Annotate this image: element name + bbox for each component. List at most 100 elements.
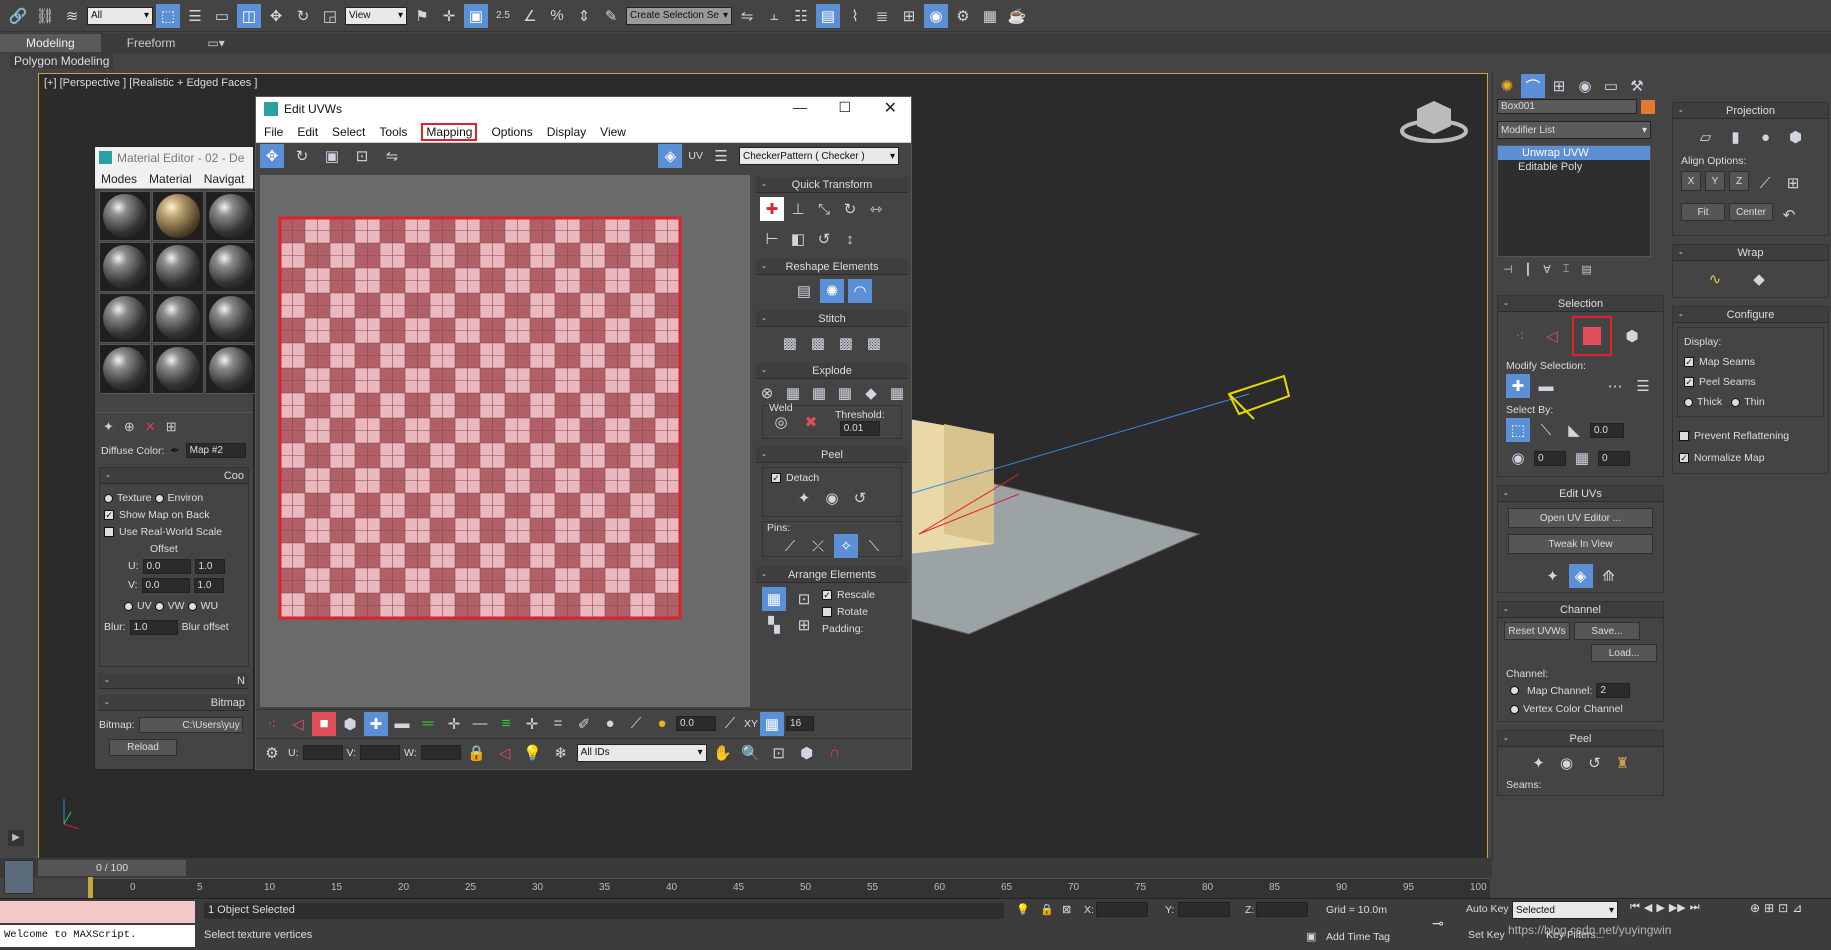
display-tab-icon[interactable]: ▭ <box>1599 74 1623 98</box>
menu-display[interactable]: Display <box>547 125 586 139</box>
sample-slot[interactable] <box>99 242 151 292</box>
stitch-avg-icon[interactable]: ▩ <box>806 331 830 355</box>
viewport-label[interactable]: [+] [Perspective ] [Realistic + Edged Fa… <box>44 77 257 89</box>
align-to-view-icon[interactable]: ⟰ <box>1597 564 1621 588</box>
ring-icon[interactable]: ≡ <box>494 712 518 736</box>
select-overlap-icon[interactable]: ⟍ <box>1534 418 1558 442</box>
pack-rescale-icon[interactable]: ⊞ <box>792 613 816 637</box>
zoom-icon[interactable]: 🔍 <box>739 741 763 765</box>
grid-spinner[interactable]: 16 <box>786 716 815 731</box>
named-selection-dropdown[interactable]: Create Selection Se ▾ <box>626 6 732 25</box>
z-coord-field[interactable] <box>1256 902 1308 917</box>
set-key-button[interactable]: Set Key <box>1468 929 1505 941</box>
render-frame-icon[interactable]: ▦ <box>978 4 1002 28</box>
uv-canvas[interactable] <box>260 175 750 707</box>
reset-projection-icon[interactable]: ↶ <box>1777 203 1801 227</box>
vertex-mode-icon[interactable]: ⁖ <box>260 712 284 736</box>
checker-icon[interactable]: ◈ <box>658 144 683 168</box>
sample-slot[interactable] <box>99 344 151 394</box>
render-setup-icon[interactable]: ⚙ <box>951 4 975 28</box>
minimize-icon[interactable]: — <box>793 99 807 115</box>
threshold-spinner[interactable]: 0.01 <box>839 420 880 436</box>
rotate-neg-icon[interactable]: ↺ <box>812 227 836 251</box>
contract-sel-icon[interactable]: — <box>468 712 492 736</box>
mini-listener-toggle[interactable] <box>4 860 34 894</box>
blur-spinner[interactable]: 1.0 <box>129 620 178 635</box>
configure-header[interactable]: Configure <box>1673 307 1828 323</box>
time-tag-icon[interactable]: ▣ <box>1306 930 1316 943</box>
layer-icon[interactable]: ☷ <box>789 4 813 28</box>
view-align-icon[interactable]: ⊞ <box>1781 171 1805 195</box>
loop-icon[interactable]: ═ <box>416 712 440 736</box>
v-tiling-spinner[interactable]: 1.0 <box>193 578 224 593</box>
soft-select-icon[interactable]: ● <box>650 712 674 736</box>
select-by-sg-icon[interactable]: ◉ <box>1506 446 1530 470</box>
zoom-all-icon[interactable]: ⊞ <box>1764 901 1774 915</box>
paint-select-icon[interactable]: ✐ <box>572 712 596 736</box>
key-set-dropdown[interactable]: Selected ▾ <box>1512 901 1618 919</box>
add-time-tag[interactable]: Add Time Tag <box>1326 931 1390 943</box>
relax-icon[interactable]: ✺ <box>820 279 844 303</box>
maxscript-output[interactable]: Welcome to MAXScript. <box>0 925 195 947</box>
u-coord-field[interactable] <box>302 745 343 760</box>
selection-filter-dropdown[interactable]: All ▾ <box>87 6 153 25</box>
straighten-icon[interactable]: ◧ <box>786 227 810 251</box>
spherical-map-icon[interactable]: ● <box>1754 125 1778 149</box>
pivot-uv-icon[interactable]: ✚ <box>760 197 784 221</box>
zoom-region-icon[interactable]: ⊡ <box>767 741 791 765</box>
menu-mapping[interactable]: Mapping <box>421 122 478 141</box>
object-color-swatch[interactable] <box>1641 99 1655 114</box>
sg-spinner[interactable]: 0 <box>1534 450 1566 466</box>
menu-material[interactable]: Material <box>149 172 192 186</box>
x-coord-field[interactable] <box>1096 902 1148 917</box>
rotate-icon[interactable]: ↻ <box>291 4 315 28</box>
put-to-scene-icon[interactable]: ⊕ <box>124 419 135 435</box>
modify-tab-icon[interactable]: ⌒ <box>1521 74 1545 98</box>
select-by-name-icon[interactable]: ☰ <box>183 4 207 28</box>
material-editor-icon[interactable]: ◉ <box>924 3 948 28</box>
grow-icon[interactable]: ✚ <box>364 711 388 736</box>
unlink-icon[interactable]: ⛓ <box>33 4 57 28</box>
peel-rollout-header[interactable]: Peel <box>1498 731 1663 747</box>
sample-slot[interactable] <box>99 293 151 343</box>
bitmap-path-button[interactable]: C:\Users\yuy <box>138 717 243 733</box>
remove-mod-icon[interactable]: ⌶ <box>1563 263 1570 277</box>
flatten-by-sg-icon[interactable]: ◆ <box>859 381 883 405</box>
y-coord-field[interactable] <box>1178 902 1230 917</box>
bitmap-rollout-header[interactable]: Bitmap <box>99 695 249 711</box>
thin-radio[interactable]: Thin <box>1744 396 1764 408</box>
reload-button[interactable]: Reload <box>109 739 177 756</box>
vertex-subobj-icon[interactable]: ⁖ <box>1508 324 1532 348</box>
auto-key-button[interactable]: Auto Key <box>1466 903 1509 915</box>
fit-button[interactable]: Fit <box>1681 203 1725 221</box>
quick-peel-cmd-icon[interactable]: ✦ <box>1527 751 1551 775</box>
menu-file[interactable]: File <box>264 125 283 139</box>
detach-checkbox[interactable]: Detach <box>786 472 819 484</box>
ring-shrink-icon[interactable]: = <box>546 712 570 736</box>
key-icon[interactable]: ⊸ <box>1432 915 1444 932</box>
absolute-mode-icon[interactable]: ⊠ <box>1062 903 1071 916</box>
menu-view[interactable]: View <box>600 125 626 139</box>
ring-grow-icon[interactable]: ✛ <box>520 712 544 736</box>
w-coord-field[interactable] <box>420 745 461 760</box>
selection-header[interactable]: Selection <box>1498 296 1663 312</box>
ref-coord-dropdown[interactable]: View ▾ <box>345 6 407 25</box>
align-h-icon[interactable]: ⊥ <box>786 197 810 221</box>
stack-item-unwrap[interactable]: Unwrap UVW <box>1498 146 1650 160</box>
rotate-uv-icon[interactable]: ↻ <box>290 144 314 168</box>
spline-map-icon[interactable]: ∿ <box>1703 267 1727 291</box>
matid-spinner[interactable]: 0 <box>1598 450 1630 466</box>
noise-rollout-header[interactable]: N <box>99 673 249 689</box>
space-h-icon[interactable]: ⇿ <box>864 197 888 221</box>
pin-icon[interactable]: ⟋ <box>778 534 802 558</box>
box-map-icon[interactable]: ⬢ <box>1784 125 1808 149</box>
peel-mode-icon[interactable]: ◉ <box>820 486 844 510</box>
sample-slot[interactable] <box>205 344 257 394</box>
v-coord-field[interactable] <box>360 745 401 760</box>
ids-dropdown[interactable]: All IDs ▾ <box>576 743 707 762</box>
sample-slot[interactable] <box>152 344 204 394</box>
falloff-type-icon[interactable]: ⟋ <box>718 712 742 736</box>
play-icon[interactable]: ▶ <box>1656 901 1664 914</box>
select-by-element-icon[interactable]: ⬚ <box>1506 418 1530 442</box>
wu-radio[interactable]: WU <box>201 600 219 612</box>
